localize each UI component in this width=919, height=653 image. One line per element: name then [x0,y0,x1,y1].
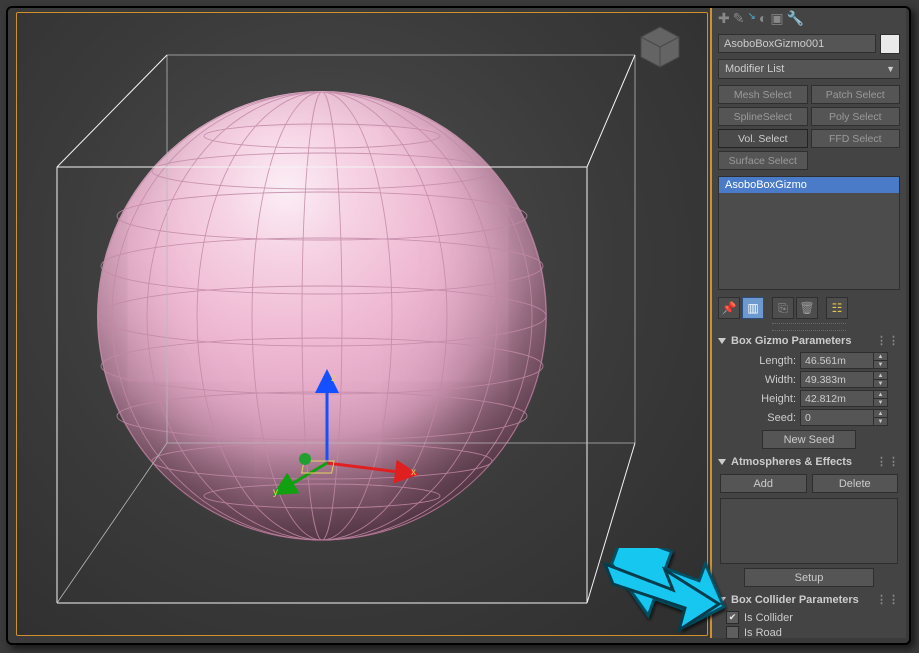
transform-gizmo[interactable]: z x y [267,363,437,513]
delete-effect-button[interactable]: Delete [812,474,899,493]
tab-motion-icon[interactable]: ◐ [759,11,767,31]
spin-down-icon[interactable]: ▼ [874,361,887,368]
is-road-label: Is Road [744,627,782,639]
spin-up-icon[interactable]: ▲ [874,353,887,361]
spin-up-icon[interactable]: ▲ [874,410,887,418]
make-unique-icon[interactable]: ⎘ [772,297,794,319]
remove-modifier-icon[interactable]: 🗑 [796,297,818,319]
rollout-collapse-icon [718,459,726,465]
is-collider-label: Is Collider [744,612,793,624]
effects-list[interactable] [720,498,898,564]
tab-hierarchy-icon[interactable]: ↘ [747,11,755,31]
spin-down-icon[interactable]: ▼ [874,380,887,387]
patch-select-button[interactable]: Patch Select [811,85,901,104]
object-name-field[interactable] [718,34,876,53]
setup-button[interactable]: Setup [744,568,874,587]
stack-toolbar: 📌 ▥ ⎘ 🗑 ☷ [712,294,906,322]
panel-tab-strip: ✚ ✎ ↘ ◐ ▣ 🔧 [712,8,906,32]
bounding-box-gizmo[interactable] [17,13,707,635]
modifier-stack[interactable]: AsoboBoxGizmo [718,176,900,290]
width-input[interactable] [800,371,874,388]
app-frame: z x y ✚ ✎ ↘ ◐ ▣ 🔧 Modifier List ▼ Me [6,6,911,645]
svg-text:z: z [331,373,336,384]
rollout-box-collider-title: Box Collider Parameters [731,594,859,606]
length-spinner[interactable]: ▲▼ [800,352,888,369]
svg-text:y: y [273,487,278,498]
spin-down-icon[interactable]: ▼ [874,418,887,425]
panel-resize-grip[interactable] [772,323,846,331]
modifier-set-buttons: Mesh Select Patch Select SplineSelect Po… [712,83,906,174]
object-color-swatch[interactable] [880,34,900,54]
vol-select-button[interactable]: Vol. Select [718,129,808,148]
tab-display-icon[interactable]: ▣ [770,11,783,31]
height-label: Height: [718,393,796,405]
new-seed-button[interactable]: New Seed [762,430,856,449]
seed-spinner[interactable]: ▲▼ [800,409,888,426]
rollout-atmospheres-header[interactable]: Atmospheres & Effects ⋮⋮ [718,455,900,468]
mesh-select-button[interactable]: Mesh Select [718,85,808,104]
rollout-atmospheres-title: Atmospheres & Effects [731,456,852,468]
show-end-result-icon[interactable]: ▥ [742,297,764,319]
height-input[interactable] [800,390,874,407]
viewport[interactable]: z x y [16,12,708,636]
rollout-drag-icon: ⋮⋮ [876,593,900,606]
seed-input[interactable] [800,409,874,426]
rollout-collapse-icon [718,338,726,344]
configure-sets-icon[interactable]: ☷ [826,297,848,319]
tab-modify-icon[interactable]: ✎ [733,11,745,31]
length-input[interactable] [800,352,874,369]
svg-text:x: x [411,467,416,478]
rollout-drag-icon: ⋮⋮ [876,334,900,347]
stack-item-asobo-box-gizmo[interactable]: AsoboBoxGizmo [719,177,899,193]
seed-label: Seed: [718,412,796,424]
length-label: Length: [718,355,796,367]
pin-stack-icon[interactable]: 📌 [718,297,740,319]
modifier-list-label: Modifier List [725,63,784,75]
tab-create-icon[interactable]: ✚ [718,11,730,31]
add-effect-button[interactable]: Add [720,474,807,493]
width-spinner[interactable]: ▲▼ [800,371,888,388]
rollout-box-collider-header[interactable]: Box Collider Parameters ⋮⋮ [718,593,900,606]
spin-down-icon[interactable]: ▼ [874,399,887,406]
rollout-box-gizmo-title: Box Gizmo Parameters [731,335,851,347]
rollout-drag-icon: ⋮⋮ [876,455,900,468]
spin-up-icon[interactable]: ▲ [874,372,887,380]
spline-select-button[interactable]: SplineSelect [718,107,808,126]
chevron-down-icon: ▼ [886,64,895,74]
surface-select-button[interactable]: Surface Select [718,151,808,170]
height-spinner[interactable]: ▲▼ [800,390,888,407]
modifier-list-dropdown[interactable]: Modifier List ▼ [718,59,900,79]
width-label: Width: [718,374,796,386]
spin-up-icon[interactable]: ▲ [874,391,887,399]
command-panel: ✚ ✎ ↘ ◐ ▣ 🔧 Modifier List ▼ Mesh Select … [710,8,906,638]
tab-utilities-icon[interactable]: 🔧 [787,11,804,31]
ffd-select-button[interactable]: FFD Select [811,129,901,148]
annotation-arrow [593,546,733,636]
rollout-box-gizmo-header[interactable]: Box Gizmo Parameters ⋮⋮ [718,334,900,347]
poly-select-button[interactable]: Poly Select [811,107,901,126]
